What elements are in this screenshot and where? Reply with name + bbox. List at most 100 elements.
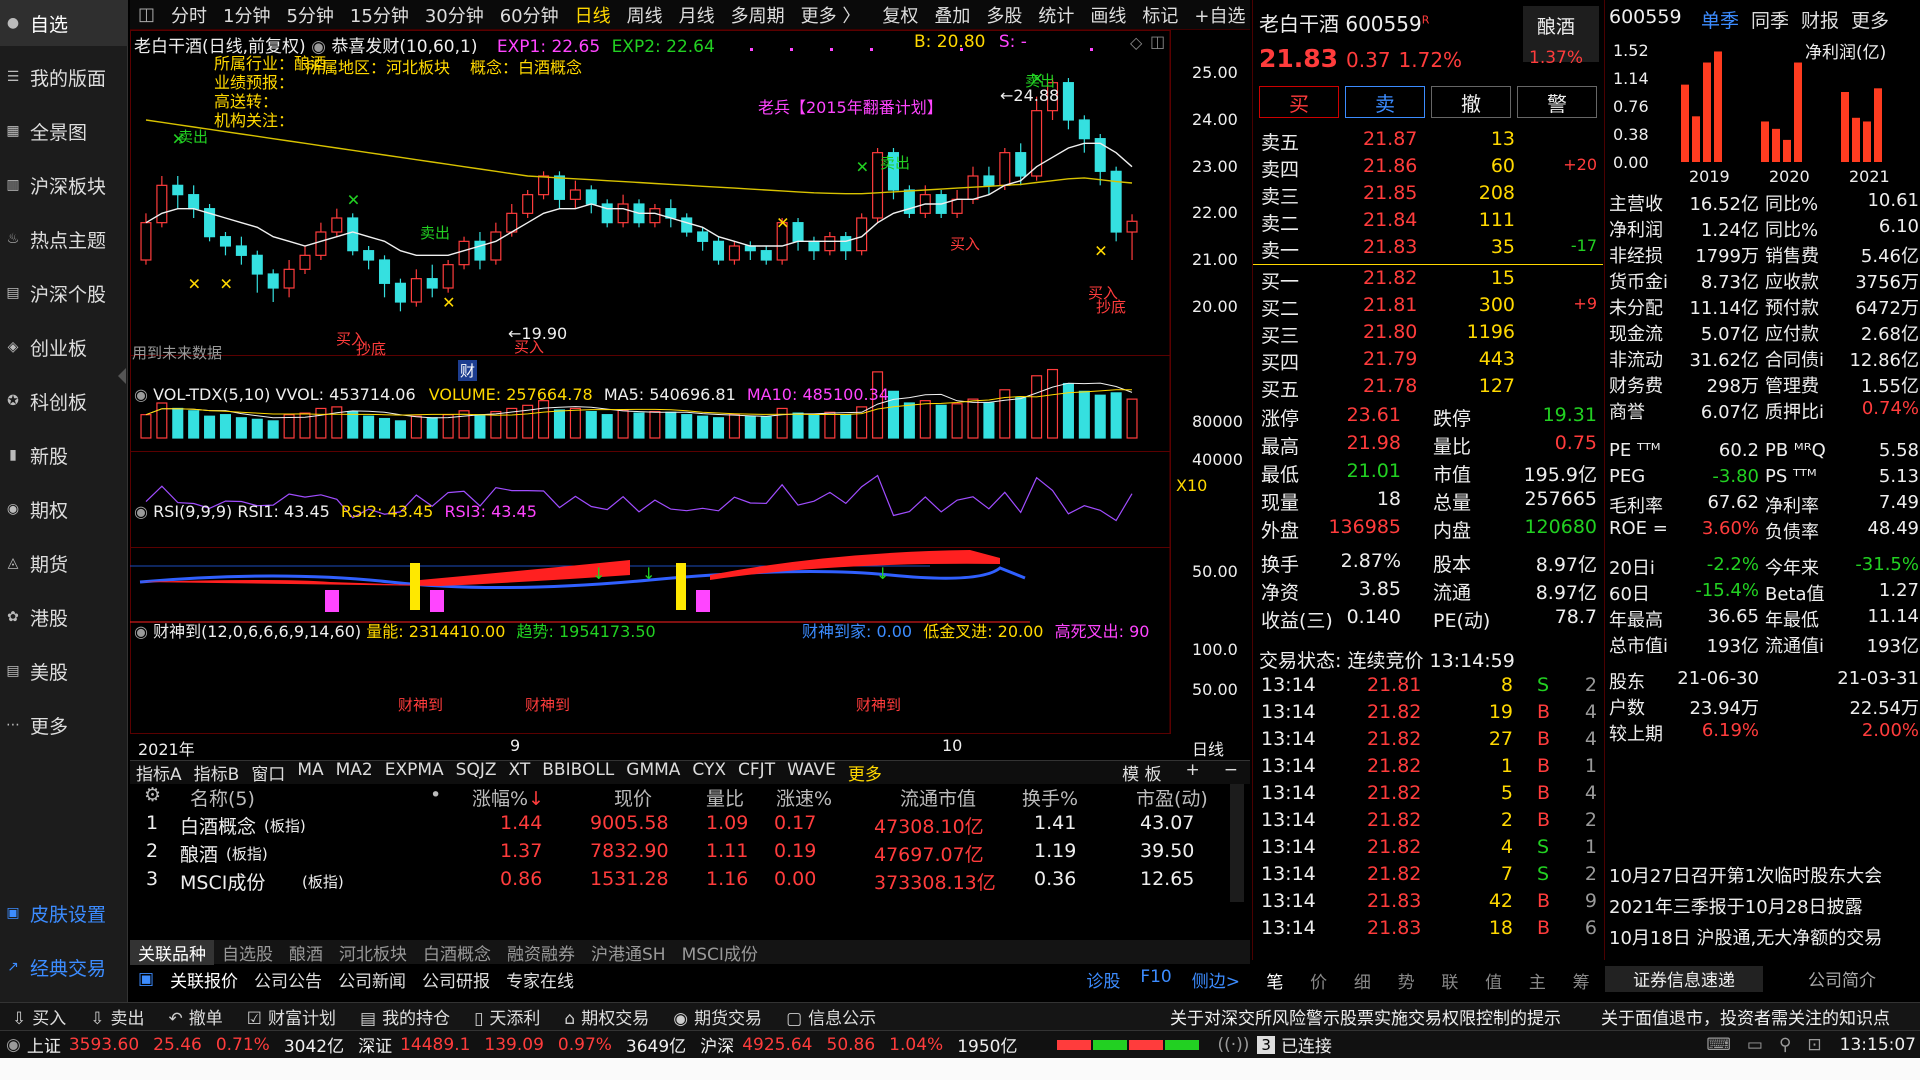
action-item[interactable]: ↶ 撤单 <box>157 1004 235 1029</box>
classic-trade-link[interactable]: ↗ 经典交易 <box>0 944 128 990</box>
fin-tab[interactable]: 同季 <box>1745 6 1795 33</box>
period-tab[interactable]: +自选 <box>1186 2 1253 28</box>
info-tab-icon[interactable]: ▣ <box>130 969 162 989</box>
sell-button[interactable]: 卖 <box>1345 86 1425 118</box>
fin-tab-news[interactable]: 证券信息速递 <box>1605 966 1763 992</box>
table-scrollbar[interactable] <box>1230 784 1244 902</box>
quote-tab[interactable]: 联 <box>1441 968 1458 993</box>
quote-tab[interactable]: 细 <box>1354 968 1371 993</box>
window-icon[interactable]: ◫ <box>1150 32 1165 51</box>
quote-tab[interactable]: 值 <box>1485 968 1502 993</box>
lock-icon[interactable]: ⊡ <box>1807 1035 1821 1055</box>
period-tab[interactable]: 周线 <box>619 2 671 28</box>
bid-row[interactable]: 买一 21.82 15 <box>1253 267 1603 293</box>
period-tab[interactable]: 60分钟 <box>492 2 567 28</box>
action-item[interactable]: ▯ 天添利 <box>462 1004 552 1029</box>
related-tab[interactable]: 融资融券 <box>499 940 583 965</box>
sidebar-item[interactable]: ● 自选 <box>0 0 128 46</box>
quote-tab[interactable]: 笔 <box>1266 968 1283 993</box>
period-tab[interactable]: 30分钟 <box>417 2 492 28</box>
period-tab[interactable]: 5分钟 <box>278 2 341 28</box>
fin-tab[interactable]: 单季 <box>1695 6 1745 33</box>
related-tab[interactable]: 关联品种 <box>130 939 214 965</box>
table-settings-icon[interactable]: ⚙ <box>144 784 161 806</box>
ask-row[interactable]: 卖三 21.85 208 <box>1253 182 1603 208</box>
bid-row[interactable]: 买五 21.78 127 <box>1253 375 1603 401</box>
ask-row[interactable]: 卖四 21.86 60 +20 <box>1253 155 1603 181</box>
sidebar-item[interactable]: ☰ 我的版面 <box>0 54 128 100</box>
finance-marker[interactable]: 财 <box>458 360 478 381</box>
info-tab[interactable]: 专家在线 <box>498 967 582 992</box>
chart-area[interactable]: ✕ ✕ ✕ ✕ ✕ ✕ ✕ ✕ ✕ ↓ ↓ ↓ 老白干酒(日线,前复权) ◉ 恭喜发财(10,60,1… <box>130 30 1250 760</box>
period-tab[interactable]: 1分钟 <box>215 2 278 28</box>
cancel-order-button[interactable]: 撤 <box>1431 86 1511 118</box>
monitor-icon[interactable]: ▭ <box>1747 1035 1763 1055</box>
rsi-gear-icon[interactable]: ◉ <box>134 502 148 521</box>
period-tab[interactable]: 叠加 <box>926 2 978 28</box>
related-tab[interactable]: 酿酒 <box>281 940 331 965</box>
info-tab-right[interactable]: 侧边> <box>1182 967 1250 992</box>
related-tab[interactable]: 河北板块 <box>331 940 415 965</box>
pin-icon[interactable]: ⚲ <box>1779 1035 1791 1055</box>
fin-tab[interactable]: 更多 <box>1845 6 1895 33</box>
ask-row[interactable]: 卖五 21.87 13 <box>1253 128 1603 154</box>
col-speed[interactable]: 涨速% <box>776 784 832 811</box>
period-tab[interactable]: 多周期 <box>723 2 793 28</box>
sidebar-item[interactable]: ⋯ 更多 <box>0 702 128 748</box>
fin-tab[interactable]: 财报 <box>1795 6 1845 33</box>
sidebar-item[interactable]: ♨ 热点主题 <box>0 216 128 262</box>
sidebar-item[interactable]: ◉ 期权 <box>0 486 128 532</box>
fin-tab-profile[interactable]: 公司简介 <box>1763 966 1920 992</box>
action-item[interactable]: ⇩ 卖出 <box>78 1004 156 1029</box>
table-row[interactable]: 3 MSCI成份 (板指) 0.86 1531.28 1.16 0.00 373308.13亿… <box>130 868 1230 896</box>
table-row[interactable]: 2 酿酒 (板指) 1.37 7832.90 1.11 0.19 47697.07亿 1.19 3… <box>130 840 1230 868</box>
sidebar-item[interactable]: ▦ 全景图 <box>0 108 128 154</box>
period-tab[interactable]: 标记 <box>1134 2 1186 28</box>
action-item[interactable]: ◉ 期货交易 <box>661 1004 774 1029</box>
table-row[interactable]: 1 白酒概念 (板指) 1.44 9005.58 1.09 0.17 47308.10亿 1.4… <box>130 812 1230 840</box>
buy-button[interactable]: 买 <box>1259 86 1339 118</box>
action-item[interactable]: ▤ 我的持仓 <box>348 1004 462 1029</box>
period-tab[interactable]: 更多 〉 <box>793 2 869 28</box>
quote-tab[interactable]: 价 <box>1310 968 1327 993</box>
ask-row[interactable]: 卖一 21.83 35 -17 <box>1253 236 1603 262</box>
sidebar-item[interactable]: ◈ 创业板 <box>0 324 128 370</box>
keyboard-icon[interactable]: ⌨ <box>1706 1035 1731 1055</box>
period-tab[interactable]: 复权 <box>874 2 926 28</box>
related-tab[interactable]: 自选股 <box>214 940 281 965</box>
action-item[interactable]: ▢ 信息公示 <box>774 1004 888 1029</box>
caishen-gear-icon[interactable]: ◉ <box>134 622 148 641</box>
col-price[interactable]: 现价 <box>614 784 652 811</box>
sidebar-item[interactable]: ▮ 新股 <box>0 432 128 478</box>
bid-row[interactable]: 买三 21.80 1196 <box>1253 321 1603 347</box>
bid-row[interactable]: 买二 21.81 300 +9 <box>1253 294 1603 320</box>
info-tab[interactable]: 公司新闻 <box>330 967 414 992</box>
period-tab[interactable]: 日线 <box>567 2 619 28</box>
vol-gear-icon[interactable]: ◉ <box>134 385 148 404</box>
info-tab-right[interactable]: F10 <box>1130 967 1181 992</box>
info-tab-right[interactable]: 诊股 <box>1076 967 1130 992</box>
skin-settings-link[interactable]: ▣ 皮肤设置 <box>0 890 128 936</box>
bid-row[interactable]: 买四 21.79 443 <box>1253 348 1603 374</box>
col-name[interactable]: 名称(5) <box>190 784 255 811</box>
period-tab[interactable]: 月线 <box>671 2 723 28</box>
period-tab[interactable]: 画线 <box>1082 2 1134 28</box>
col-mcap[interactable]: 流通市值 <box>900 784 976 811</box>
collapse-arrow-icon[interactable] <box>118 368 126 384</box>
news-item[interactable]: 2021年三季报于10月28日披露 <box>1609 893 1920 924</box>
sidebar-item[interactable]: ◬ 期货 <box>0 540 128 586</box>
sidebar-item[interactable]: ▤ 沪深个股 <box>0 270 128 316</box>
action-item[interactable]: ⌂ 期权交易 <box>552 1004 661 1029</box>
sidebar-item[interactable]: ✿ 港股 <box>0 594 128 640</box>
info-tab[interactable]: 关联报价 <box>162 967 246 992</box>
quote-tab[interactable]: 筹 <box>1573 968 1590 993</box>
action-item[interactable]: ☑ 财富计划 <box>235 1004 348 1029</box>
related-tab[interactable]: 沪港通SH <box>583 940 674 965</box>
related-tab[interactable]: 白酒概念 <box>415 940 499 965</box>
period-tab[interactable]: 统计 <box>1030 2 1082 28</box>
layout-toggle-icon[interactable]: ◫ <box>130 4 163 25</box>
related-tab[interactable]: MSCI成份 <box>674 940 766 965</box>
sidebar-item[interactable]: ▥ 沪深板块 <box>0 162 128 208</box>
info-tab[interactable]: 公司研报 <box>414 967 498 992</box>
sidebar-item[interactable]: ▤ 美股 <box>0 648 128 694</box>
